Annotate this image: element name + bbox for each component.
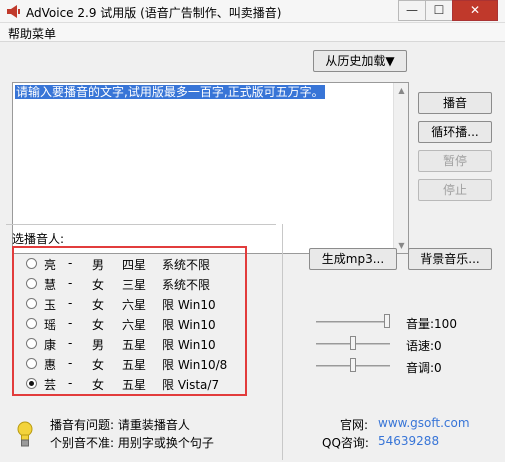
pitch-label: 音调:0: [406, 361, 442, 375]
voice-dash: -: [68, 296, 73, 310]
pause-button[interactable]: 暂停: [418, 150, 492, 172]
voice-gender: 男: [92, 258, 105, 272]
menu-bar: 帮助菜单: [0, 23, 505, 42]
radio-button[interactable]: [26, 318, 37, 329]
section-divider-vertical: [282, 224, 283, 460]
pitch-slider-thumb[interactable]: [350, 358, 356, 372]
website-label: 官网:: [340, 418, 369, 432]
voice-system: 限 Win10: [162, 338, 216, 352]
voice-gender: 男: [92, 338, 105, 352]
voice-dash: -: [68, 376, 73, 390]
voice-system: 系统不限: [162, 258, 211, 272]
maximize-button[interactable]: ☐: [425, 0, 453, 21]
text-input-area[interactable]: 请输入要播音的文字,试用版最多一百字,正式版可五万字。 ▲ ▼: [12, 82, 409, 254]
voice-option-6[interactable]: 芸 - 女 五星 限 Vista/7: [22, 374, 242, 392]
speed-label: 语速:0: [406, 339, 442, 353]
voice-stars: 五星: [122, 358, 147, 372]
voice-option-3[interactable]: 瑶 - 女 六星 限 Win10: [22, 314, 242, 332]
voice-option-5[interactable]: 惠 - 女 五星 限 Win10/8: [22, 354, 242, 372]
voice-stars: 三星: [122, 278, 147, 292]
voice-system: 限 Vista/7: [162, 378, 220, 392]
main-panel: 从历史加载▼ 请输入要播音的文字,试用版最多一百字,正式版可五万字。 ▲ ▼ 播…: [0, 42, 505, 462]
voice-dash: -: [68, 316, 73, 330]
section-divider: [6, 224, 276, 225]
voice-selector: 亮 - 男 四星 系统不限 慧 - 女 三星 系统不限 玉 - 女 六星 限 W…: [12, 246, 247, 396]
radio-button[interactable]: [26, 378, 37, 389]
voice-system: 系统不限: [162, 278, 211, 292]
minimize-button[interactable]: —: [398, 0, 426, 21]
voice-gender: 女: [92, 278, 105, 292]
voice-dash: -: [68, 256, 73, 270]
radio-button[interactable]: [26, 258, 37, 269]
radio-button[interactable]: [26, 338, 37, 349]
radio-button[interactable]: [26, 278, 37, 289]
speed-slider-thumb[interactable]: [350, 336, 356, 350]
play-button[interactable]: 播音: [418, 92, 492, 114]
radio-button[interactable]: [26, 358, 37, 369]
help-accuracy-text: 个别音不准: 用别字或换个句子: [50, 436, 214, 450]
voice-stars: 四星: [122, 258, 147, 272]
voice-name: 瑶: [44, 318, 57, 332]
volume-label: 音量:100: [406, 317, 457, 331]
qq-label: QQ咨询:: [322, 436, 369, 450]
loop-play-button[interactable]: 循环播...: [418, 121, 492, 143]
voice-name: 惠: [44, 358, 57, 372]
qq-number[interactable]: 54639288: [378, 434, 439, 448]
title-bar: AdVoice 2.9 试用版 (语音广告制作、叫卖播音) — ☐ ✕: [0, 0, 505, 23]
background-music-button[interactable]: 背景音乐...: [408, 248, 492, 270]
help-problem-text: 播音有问题: 请重装播音人: [50, 418, 190, 432]
volume-slider-thumb[interactable]: [384, 314, 390, 328]
voice-name: 慧: [44, 278, 57, 292]
close-button[interactable]: ✕: [452, 0, 498, 21]
voice-stars: 五星: [122, 338, 147, 352]
voice-option-4[interactable]: 康 - 男 五星 限 Win10: [22, 334, 242, 352]
voice-gender: 女: [92, 298, 105, 312]
text-input-content: 请输入要播音的文字,试用版最多一百字,正式版可五万字。: [15, 85, 325, 99]
voice-stars: 六星: [122, 298, 147, 312]
voice-name: 康: [44, 338, 57, 352]
scroll-up-icon[interactable]: ▲: [394, 83, 409, 98]
voice-stars: 五星: [122, 378, 147, 392]
voice-option-1[interactable]: 慧 - 女 三星 系统不限: [22, 274, 242, 292]
window-title: AdVoice 2.9 试用版 (语音广告制作、叫卖播音): [26, 6, 282, 20]
voice-gender: 女: [92, 318, 105, 332]
voice-system: 限 Win10: [162, 318, 216, 332]
voice-gender: 女: [92, 358, 105, 372]
voice-dash: -: [68, 356, 73, 370]
history-dropdown-button[interactable]: 从历史加载▼: [313, 50, 407, 72]
radio-button[interactable]: [26, 298, 37, 309]
voice-dash: -: [68, 336, 73, 350]
voice-dash: -: [68, 276, 73, 290]
volume-slider-track[interactable]: [316, 321, 390, 323]
textarea-scrollbar[interactable]: ▲ ▼: [393, 83, 408, 253]
stop-button[interactable]: 停止: [418, 179, 492, 201]
megaphone-icon: [7, 5, 20, 18]
voice-name: 芸: [44, 378, 57, 392]
voice-stars: 六星: [122, 318, 147, 332]
voice-system: 限 Win10: [162, 298, 216, 312]
menu-help[interactable]: 帮助菜单: [8, 25, 56, 42]
voice-name: 玉: [44, 298, 57, 312]
voice-option-2[interactable]: 玉 - 女 六星 限 Win10: [22, 294, 242, 312]
voice-option-0[interactable]: 亮 - 男 四星 系统不限: [22, 254, 242, 272]
lightbulb-icon: [17, 421, 33, 447]
generate-mp3-button[interactable]: 生成mp3...: [309, 248, 397, 270]
voice-system: 限 Win10/8: [162, 358, 228, 372]
voice-gender: 女: [92, 378, 105, 392]
voice-group-label: 选播音人:: [12, 232, 65, 246]
website-link[interactable]: www.gsoft.com: [378, 416, 470, 430]
voice-name: 亮: [44, 258, 57, 272]
